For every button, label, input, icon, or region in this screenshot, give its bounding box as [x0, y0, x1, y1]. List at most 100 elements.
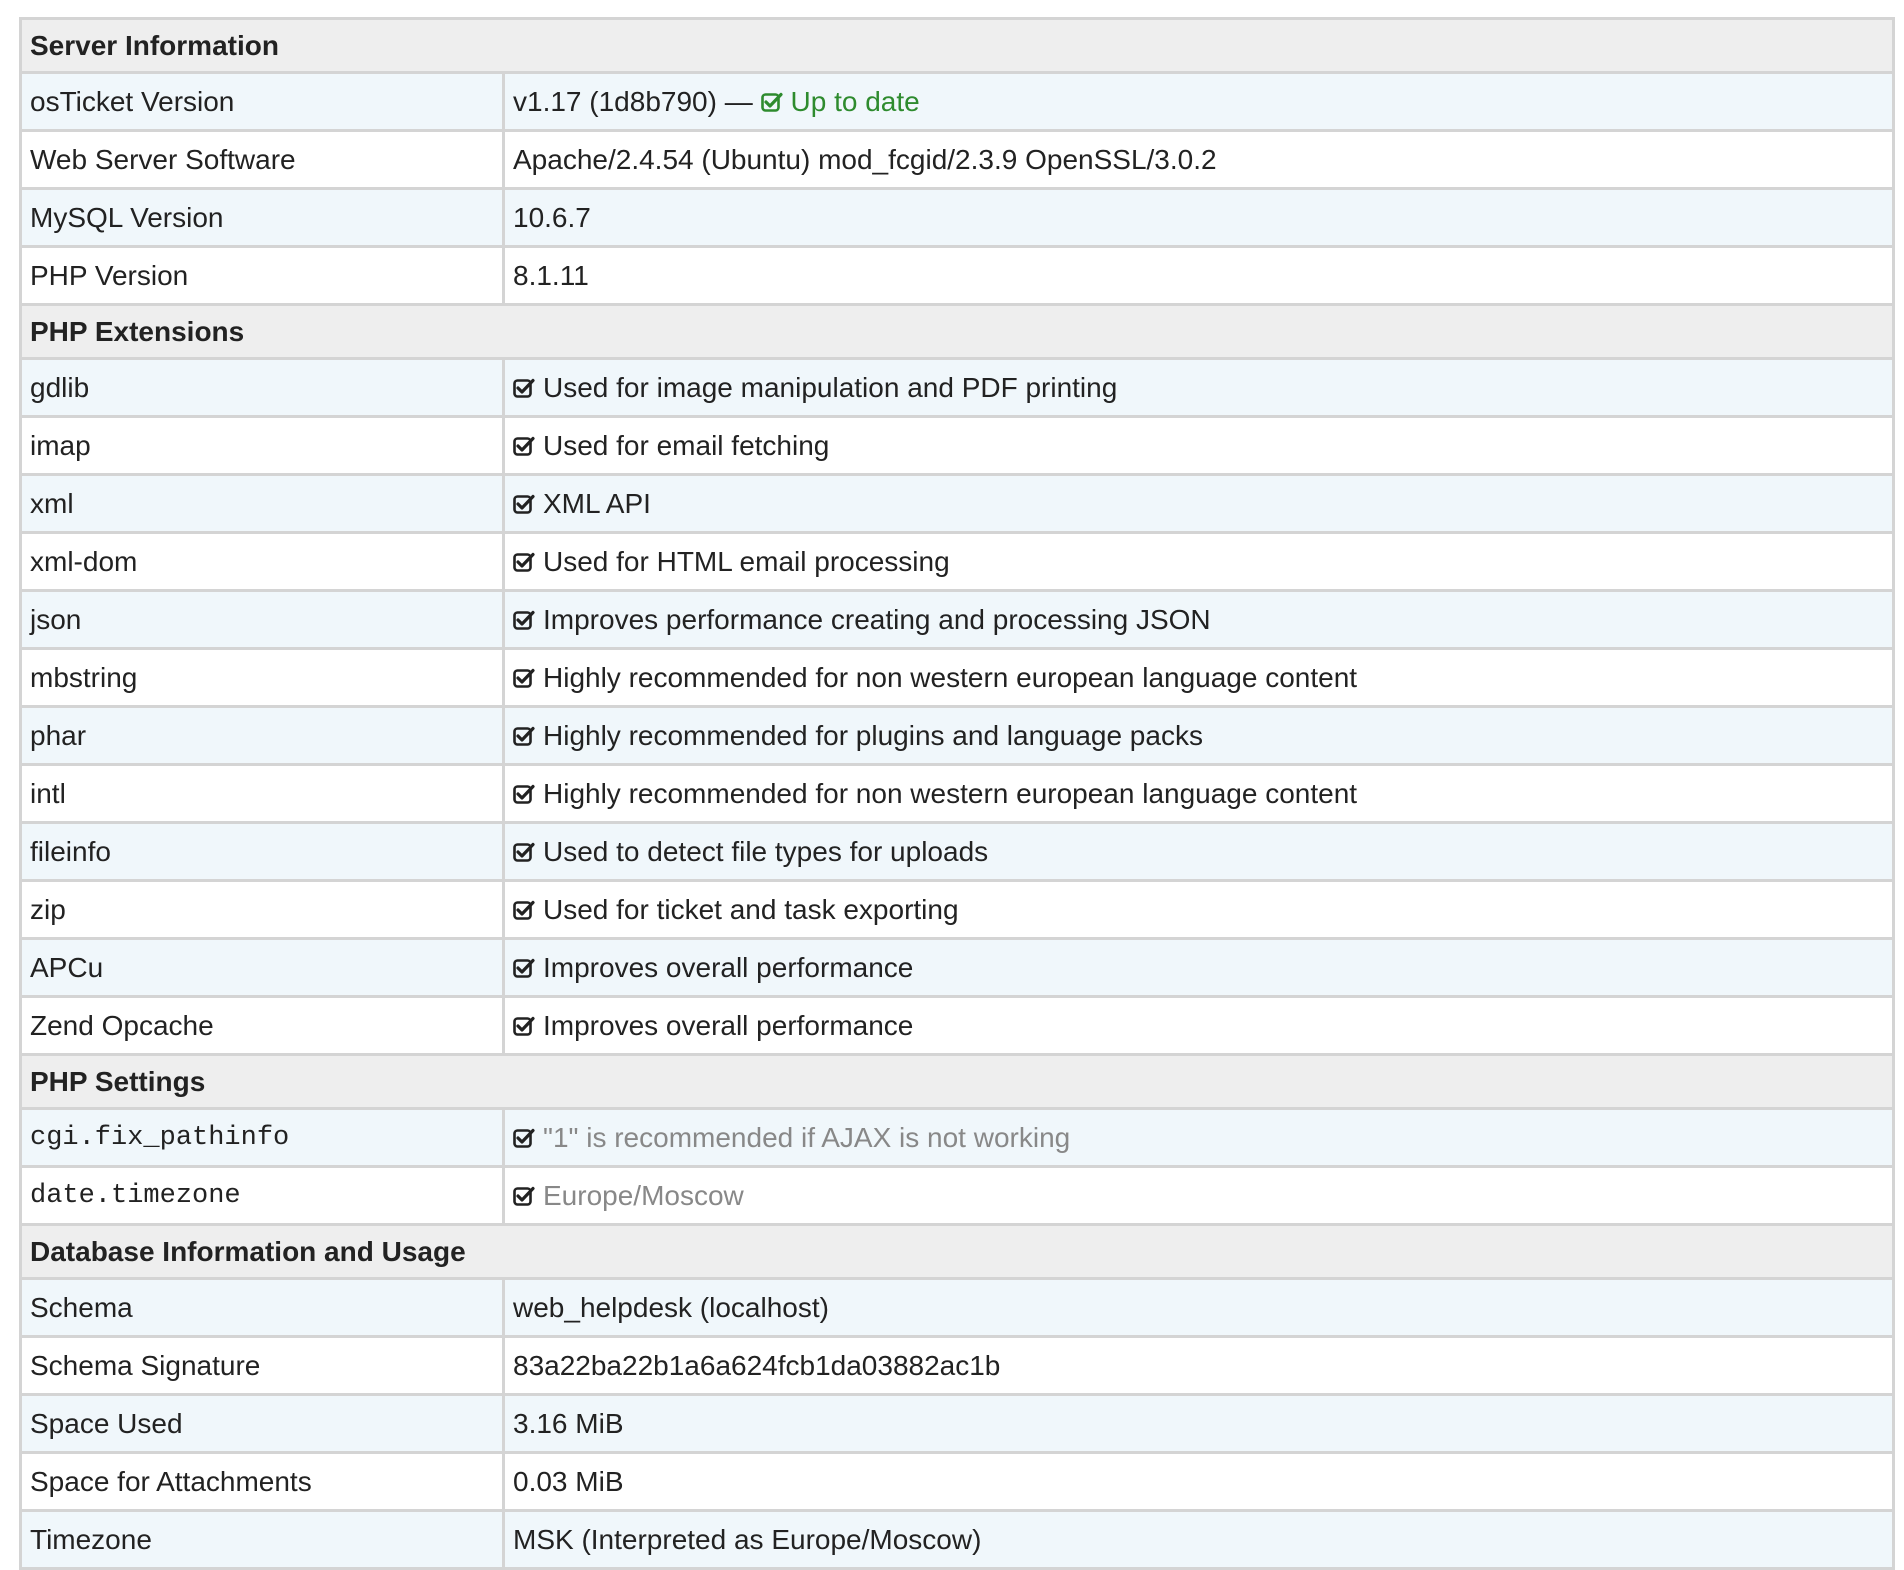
extension-description: Improves overall performance [543, 1009, 914, 1041]
row-key: fileinfo [22, 824, 502, 879]
section-title-server: Server Information [22, 20, 1892, 71]
check-square-icon [513, 667, 535, 689]
section-header-row: Server Information [22, 20, 1892, 71]
row-key: intl [22, 766, 502, 821]
check-square-icon [513, 957, 535, 979]
row-key: xml [22, 476, 502, 531]
row-key: xml-dom [22, 534, 502, 589]
extension-description: Used for HTML email processing [543, 545, 950, 577]
system-information-panel: Server Information osTicket Version v1.1… [19, 17, 1895, 1570]
row-key: Zend Opcache [22, 998, 502, 1053]
table-row: mbstring Highly recommended for non west… [22, 650, 1892, 705]
table-row: date.timezone Europe/Moscow [22, 1168, 1892, 1223]
table-row: Timezone MSK (Interpreted as Europe/Mosc… [22, 1512, 1892, 1567]
extension-description: Highly recommended for plugins and langu… [543, 719, 1203, 751]
row-key: PHP Version [22, 248, 502, 303]
row-key: Space for Attachments [22, 1454, 502, 1509]
section-header-row: PHP Settings [22, 1056, 1892, 1107]
row-key: Schema Signature [22, 1338, 502, 1393]
check-square-icon [513, 435, 535, 457]
table-row: Space Used 3.16 MiB [22, 1396, 1892, 1451]
row-value: 8.1.11 [505, 248, 1892, 303]
row-key: Timezone [22, 1512, 502, 1567]
row-key: phar [22, 708, 502, 763]
check-square-icon [513, 493, 535, 515]
check-square-icon [513, 1015, 535, 1037]
row-value: Used for HTML email processing [505, 534, 1892, 589]
table-row: phar Highly recommended for plugins and … [22, 708, 1892, 763]
table-row: Web Server Software Apache/2.4.54 (Ubunt… [22, 132, 1892, 187]
table-row: intl Highly recommended for non western … [22, 766, 1892, 821]
table-row: Schema Signature 83a22ba22b1a6a624fcb1da… [22, 1338, 1892, 1393]
table-row: Schema web_helpdesk (localhost) [22, 1280, 1892, 1335]
row-value: 10.6.7 [505, 190, 1892, 245]
row-value: 3.16 MiB [505, 1396, 1892, 1451]
setting-key: cgi.fix_pathinfo [22, 1110, 502, 1165]
table-row: osTicket Version v1.17 (1d8b790) — Up to… [22, 74, 1892, 129]
row-key: imap [22, 418, 502, 473]
table-row: imap Used for email fetching [22, 418, 1892, 473]
table-row: json Improves performance creating and p… [22, 592, 1892, 647]
status-text: Up to date [790, 85, 920, 117]
row-value: Improves overall performance [505, 940, 1892, 995]
row-value: MSK (Interpreted as Europe/Moscow) [505, 1512, 1892, 1567]
extension-description: Improves overall performance [543, 951, 914, 983]
check-square-icon [513, 609, 535, 631]
check-square-icon [513, 783, 535, 805]
row-value: Improves overall performance [505, 998, 1892, 1053]
table-row: APCu Improves overall performance [22, 940, 1892, 995]
row-value: "1" is recommended if AJAX is not workin… [505, 1110, 1892, 1165]
row-key: zip [22, 882, 502, 937]
section-header-row: PHP Extensions [22, 306, 1892, 357]
row-value: Used for email fetching [505, 418, 1892, 473]
extension-description: Used to detect file types for uploads [543, 835, 989, 867]
check-square-icon [760, 91, 783, 113]
setting-description: "1" is recommended if AJAX is not workin… [543, 1121, 1071, 1153]
extension-description: Used for email fetching [543, 429, 830, 461]
check-square-icon [513, 725, 535, 747]
check-square-icon [513, 1185, 535, 1207]
row-value: XML API [505, 476, 1892, 531]
row-key: Web Server Software [22, 132, 502, 187]
row-value: Highly recommended for non western europ… [505, 766, 1892, 821]
extension-description: Used for ticket and task exporting [543, 893, 959, 925]
section-header-row: Database Information and Usage [22, 1226, 1892, 1277]
table-row: Space for Attachments 0.03 MiB [22, 1454, 1892, 1509]
section-title-settings: PHP Settings [22, 1056, 1892, 1107]
table-row: PHP Version 8.1.11 [22, 248, 1892, 303]
check-square-icon [513, 551, 535, 573]
up-to-date-status: Up to date [760, 85, 920, 117]
system-information-table: Server Information osTicket Version v1.1… [19, 17, 1895, 1570]
section-title-database: Database Information and Usage [22, 1226, 1892, 1277]
extension-description: Highly recommended for non western europ… [543, 661, 1358, 693]
table-row: xml-dom Used for HTML email processing [22, 534, 1892, 589]
row-value: 83a22ba22b1a6a624fcb1da03882ac1b [505, 1338, 1892, 1393]
check-square-icon [513, 1127, 535, 1149]
setting-description: Europe/Moscow [543, 1179, 744, 1211]
row-value: Highly recommended for plugins and langu… [505, 708, 1892, 763]
table-row: zip Used for ticket and task exporting [22, 882, 1892, 937]
table-row: xml XML API [22, 476, 1892, 531]
table-row: gdlib Used for image manipulation and PD… [22, 360, 1892, 415]
row-key: Schema [22, 1280, 502, 1335]
row-key: gdlib [22, 360, 502, 415]
section-title-extensions: PHP Extensions [22, 306, 1892, 357]
check-square-icon [513, 377, 535, 399]
row-value: Europe/Moscow [505, 1168, 1892, 1223]
row-value: Highly recommended for non western europ… [505, 650, 1892, 705]
row-key: json [22, 592, 502, 647]
extension-description: XML API [543, 487, 651, 519]
table-row: cgi.fix_pathinfo "1" is recommended if A… [22, 1110, 1892, 1165]
row-value: Improves performance creating and proces… [505, 592, 1892, 647]
table-row: MySQL Version 10.6.7 [22, 190, 1892, 245]
row-value: web_helpdesk (localhost) [505, 1280, 1892, 1335]
row-key: Space Used [22, 1396, 502, 1451]
extension-description: Improves performance creating and proces… [543, 603, 1211, 635]
row-value: 0.03 MiB [505, 1454, 1892, 1509]
row-value: Apache/2.4.54 (Ubuntu) mod_fcgid/2.3.9 O… [505, 132, 1892, 187]
extension-description: Used for image manipulation and PDF prin… [543, 371, 1118, 403]
version-text: v1.17 (1d8b790) — [513, 85, 753, 117]
table-row: Zend Opcache Improves overall performanc… [22, 998, 1892, 1053]
row-value: Used for ticket and task exporting [505, 882, 1892, 937]
setting-key: date.timezone [22, 1168, 502, 1223]
